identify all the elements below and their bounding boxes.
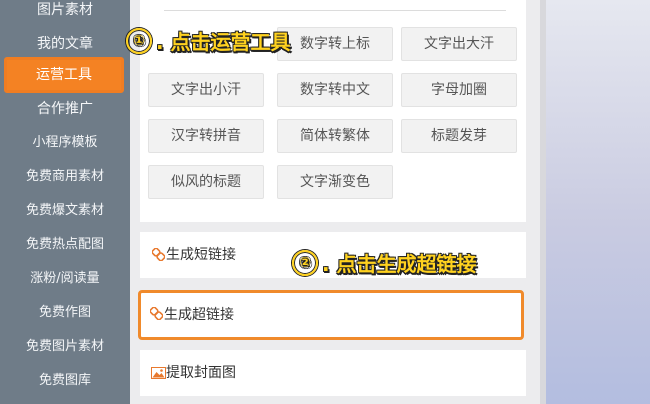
sidebar-item-partnership[interactable]: 合作推广: [0, 99, 130, 119]
step1-number: ①: [126, 27, 152, 54]
main-content: 数字转上标 文字出大汗 文字出小汗 数字转中文 字母加圈 汉字转拼音 简体转繁体…: [130, 0, 540, 404]
sidebar-item-image-assets[interactable]: 图片素材: [0, 0, 130, 20]
tool-button-gradient-text[interactable]: 文字渐变色: [277, 165, 393, 199]
sidebar-item-my-articles[interactable]: 我的文章: [0, 34, 130, 54]
step2-number: ②: [292, 249, 318, 276]
sidebar-item-free-design[interactable]: 免费作图: [0, 303, 130, 323]
tool-button-circled-letters[interactable]: 字母加圈: [401, 73, 517, 107]
super-link-row[interactable]: 生成超链接: [138, 290, 524, 340]
sidebar-item-operations-tools[interactable]: 运营工具: [4, 57, 124, 93]
sidebar-item-free-commercial-assets[interactable]: 免费商用素材: [0, 167, 130, 187]
sidebar-item-free-image-assets[interactable]: 免费图片素材: [0, 337, 130, 357]
extract-cover-label: 提取封面图: [166, 365, 236, 381]
sidebar-item-free-hot-images[interactable]: 免费热点配图: [0, 235, 130, 255]
super-link-label: 生成超链接: [164, 307, 234, 323]
sidebar-item-free-gallery[interactable]: 免费图库: [0, 371, 130, 391]
sidebar: 图片素材 我的文章 运营工具 合作推广 小程序模板 免费商用素材 免费爆文素材 …: [0, 0, 130, 404]
link-icon: [152, 248, 165, 261]
tool-button-number-to-chinese[interactable]: 数字转中文: [277, 73, 393, 107]
step2-callout: ② . 点击生成超链接: [292, 248, 477, 277]
tool-button-wind-title[interactable]: 似风的标题: [148, 165, 264, 199]
sidebar-item-free-viral-assets[interactable]: 免费爆文素材: [0, 201, 130, 221]
link-icon: [150, 307, 163, 320]
step1-callout: ① . 点击运营工具: [126, 26, 291, 55]
extract-cover-row[interactable]: 提取封面图: [140, 350, 526, 396]
divider: [164, 10, 506, 11]
scroll-divider: [540, 0, 546, 404]
step2-text: . 点击生成超链接: [322, 252, 477, 276]
sidebar-item-label: 运营工具: [36, 67, 92, 83]
short-link-label: 生成短链接: [166, 247, 236, 263]
step1-text: . 点击运营工具: [156, 30, 291, 54]
tool-button-superscript[interactable]: 数字转上标: [277, 27, 393, 61]
sidebar-item-mini-program-templates[interactable]: 小程序模板: [0, 133, 130, 153]
tool-button-small-sweat[interactable]: 文字出小汗: [148, 73, 264, 107]
tool-button-traditional[interactable]: 简体转繁体: [277, 119, 393, 153]
background-panel: [540, 0, 650, 404]
tool-button-pinyin[interactable]: 汉字转拼音: [148, 119, 264, 153]
sidebar-item-followers-reads[interactable]: 涨粉/阅读量: [0, 269, 130, 289]
image-icon: [151, 367, 166, 379]
tool-button-big-sweat[interactable]: 文字出大汗: [401, 27, 517, 61]
tool-button-title-sprout[interactable]: 标题发芽: [401, 119, 517, 153]
